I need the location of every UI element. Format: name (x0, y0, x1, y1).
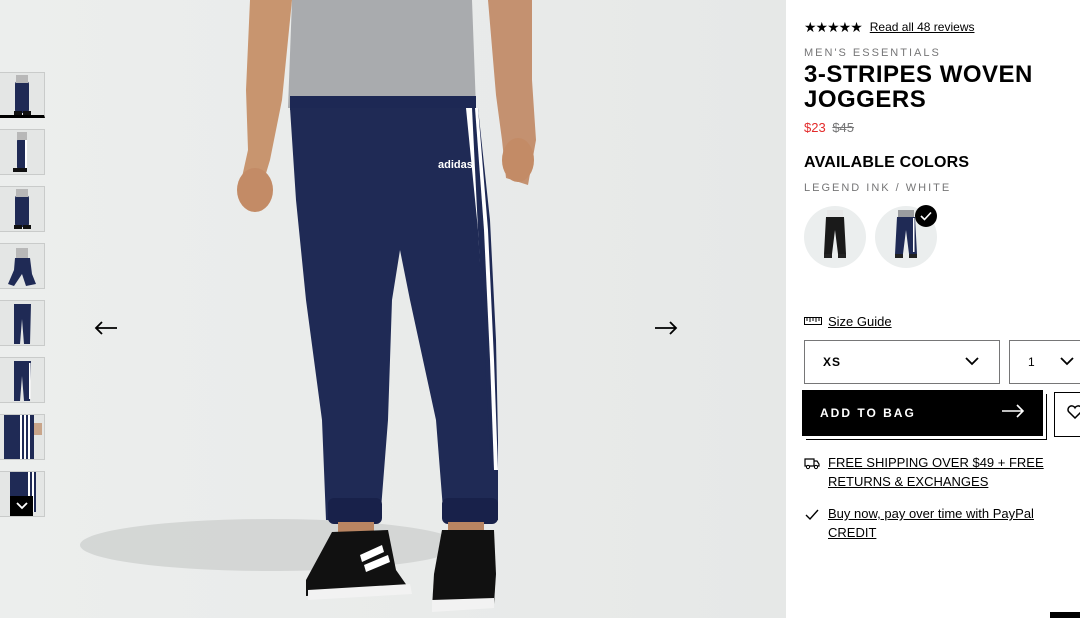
truck-icon (804, 453, 820, 475)
thumbnail-side[interactable] (0, 129, 45, 175)
thumbnail-back[interactable] (0, 186, 45, 232)
size-select[interactable]: XS (804, 340, 1000, 384)
svg-text:adidas: adidas (438, 159, 473, 171)
add-to-bag-button[interactable]: ADD TO BAG (802, 390, 1043, 436)
size-select-value: XS (823, 355, 842, 369)
add-to-bag-label: ADD TO BAG (820, 406, 916, 420)
thumbnail-flat-front[interactable] (0, 300, 45, 346)
selected-check-icon (915, 205, 937, 227)
product-info-panel: ★★★★★ Read all 48 reviews MEN'S ESSENTIA… (786, 0, 1080, 618)
chat-widget-tab[interactable] (1050, 612, 1080, 618)
arrow-right-icon (654, 320, 678, 340)
free-shipping-link[interactable]: FREE SHIPPING OVER $49 + FREE RETURNS & … (828, 453, 1074, 491)
quantity-select[interactable]: 1 (1009, 340, 1080, 384)
chevron-down-icon (1060, 353, 1074, 371)
ruler-icon (804, 312, 822, 330)
star-rating: ★★★★★ (804, 19, 863, 35)
product-price: $23 $45 (804, 120, 854, 135)
next-image-button[interactable] (646, 312, 686, 348)
original-price: $45 (832, 120, 855, 135)
previous-image-button[interactable] (86, 312, 126, 348)
thumbnail-flat-back[interactable] (0, 357, 45, 403)
quantity-select-value: 1 (1028, 355, 1036, 369)
free-shipping-promo: FREE SHIPPING OVER $49 + FREE RETURNS & … (804, 453, 1074, 491)
size-guide-label: Size Guide (828, 313, 892, 329)
selected-color-name: LEGEND INK / WHITE (804, 182, 952, 194)
arrow-right-icon (1001, 403, 1025, 423)
checkmark-icon (804, 504, 820, 527)
color-swatch-black[interactable] (804, 206, 866, 268)
arrow-left-icon (94, 320, 118, 340)
product-category: MEN'S ESSENTIALS (804, 47, 941, 59)
wishlist-button[interactable] (1054, 392, 1080, 437)
thumbnails-scroll-down-button[interactable] (10, 496, 33, 516)
paypal-credit-link[interactable]: Buy now, pay over time with PayPal CREDI… (828, 504, 1074, 542)
thumbnail-front[interactable] (0, 72, 45, 118)
product-image-gallery: adidas (0, 0, 786, 618)
chevron-down-icon (15, 497, 28, 515)
product-main-image: adidas (80, 0, 536, 612)
read-reviews-link[interactable]: Read all 48 reviews (870, 18, 975, 36)
product-title: 3-Stripes Woven Joggers (804, 61, 1033, 113)
heart-icon (1067, 405, 1080, 424)
size-guide-link[interactable]: Size Guide (804, 312, 892, 330)
paypal-credit-promo: Buy now, pay over time with PayPal CREDI… (804, 504, 1074, 542)
available-colors-heading: AVAILABLE COLORS (804, 154, 970, 171)
rating-summary: ★★★★★ Read all 48 reviews (804, 18, 974, 36)
sale-price: $23 (804, 120, 826, 135)
thumbnail-detail-side[interactable] (0, 414, 45, 460)
chevron-down-icon (965, 353, 979, 371)
thumbnail-kneel[interactable] (0, 243, 45, 289)
